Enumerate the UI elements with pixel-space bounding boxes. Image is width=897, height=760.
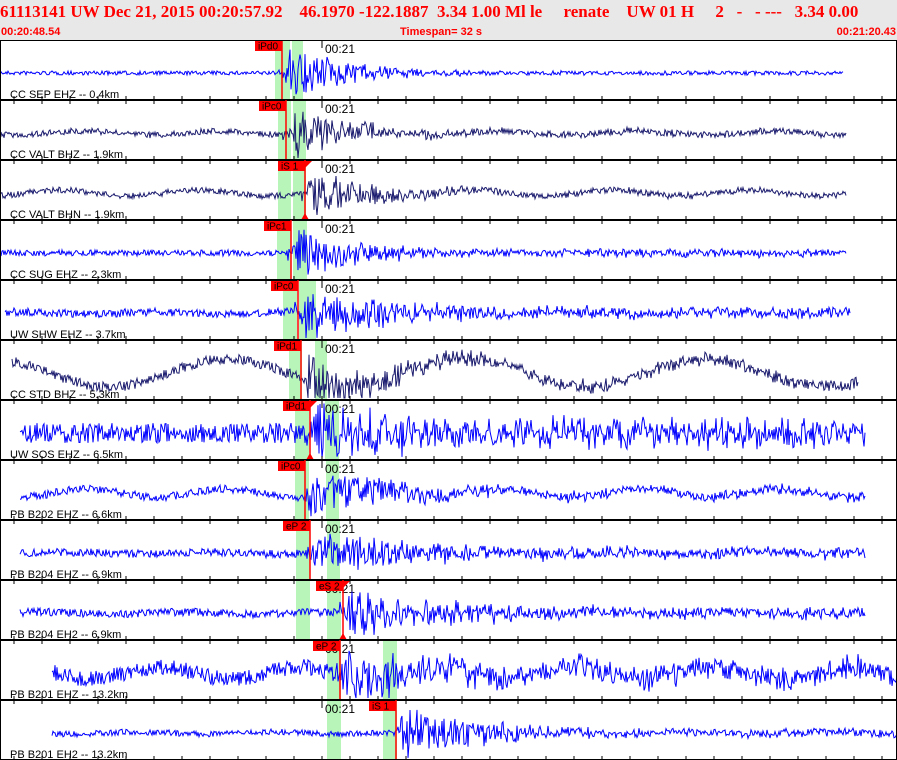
waveform-trace — [0, 229, 847, 275]
seismogram-panel[interactable]: 00:21eP 2PB B201 EHZ -- 13.2km — [0, 640, 897, 704]
minute-label: 00:21 — [325, 702, 355, 716]
minute-label: 00:21 — [325, 162, 355, 176]
pick-phase-label: iS 1 — [372, 702, 390, 713]
seismogram-panels[interactable]: 00:21iPd0CC SEP EHZ -- 0.4km00:21iPc0CC … — [0, 40, 897, 760]
seismogram-panel[interactable]: 00:21iPc1CC SUG EHZ -- 2.3km — [0, 220, 897, 284]
seismogram-panel[interactable]: 00:21 iS 1 PB B201 EH2 -- 13.2km — [0, 700, 897, 760]
waveform-trace — [0, 49, 844, 95]
waveform-trace — [0, 111, 847, 159]
channel-label: PB B201 EH2 -- 13.2km — [10, 749, 127, 760]
pick-arrow-icon — [310, 401, 317, 408]
pick-phase-label: iPd1 — [277, 342, 297, 353]
pick-phase-label: eP 2 — [286, 522, 307, 533]
pick-phase-label: iPd1 — [286, 402, 306, 413]
waveform-trace — [4, 294, 851, 339]
seismogram-panel[interactable]: 00:21iPc0CC VALT BHZ -- 1.9km — [0, 100, 897, 164]
pick-phase-label: iPc0 — [281, 462, 301, 473]
seismogram-panel[interactable]: 00:21iPd1CC STD BHZ -- 5.3km — [0, 340, 897, 404]
waveform-trace — [11, 349, 859, 399]
waveform-trace — [19, 475, 866, 517]
waveform-trace — [19, 591, 866, 635]
pick-phase-label: iS 1 — [281, 162, 299, 173]
pick-phase-label: eS 2 — [319, 582, 340, 593]
minute-label: 00:21 — [325, 462, 355, 476]
waveform-trace — [19, 403, 866, 459]
seismogram-panel[interactable]: 00:21iPc0PB B202 EHZ -- 6.6km — [0, 460, 897, 524]
seismogram-panel[interactable]: 00:21eP 2PB B204 EHZ -- 6.9km — [0, 520, 897, 584]
pick-phase-label: iPc1 — [267, 222, 287, 233]
seismogram-panel[interactable]: 00:21iPd0CC SEP EHZ -- 0.4km — [0, 40, 897, 104]
event-header: 61113141 UW Dec 21, 2015 00:20:57.92 46.… — [0, 0, 897, 40]
start-time: 00:20:48.54 — [1, 26, 61, 38]
seismogram-panel[interactable]: 00:21iPd1UW SOS EHZ -- 6.5km — [0, 400, 897, 464]
end-time: 00:21:20.43 — [836, 26, 896, 38]
waveform-trace — [51, 709, 897, 758]
pick-phase-label: iPc0 — [262, 102, 282, 113]
waveform-trace — [0, 175, 847, 216]
seismogram-panel[interactable]: 00:21iPc0UW SHW EHZ -- 3.7km — [0, 280, 897, 344]
pick-phase-label: iPc0 — [274, 282, 294, 293]
minute-label: 00:21 — [325, 222, 355, 236]
minute-label: 00:21 — [325, 282, 355, 296]
minute-label: 00:21 — [325, 102, 355, 116]
pick-phase-label: eP 2 — [316, 642, 337, 653]
pick-arrow-icon — [305, 161, 312, 168]
minute-label: 00:21 — [325, 402, 355, 416]
minute-label: 00:21 — [325, 342, 355, 356]
waveform-trace — [51, 650, 897, 699]
event-summary: 61113141 UW Dec 21, 2015 00:20:57.92 46.… — [0, 2, 859, 21]
minute-label: 00:21 — [325, 42, 355, 56]
seismogram-panel[interactable]: 00:21eS 2PB B204 EH2 -- 6.9km — [0, 580, 897, 644]
waveform-trace — [19, 533, 866, 570]
timespan: Timespan= 32 s — [400, 26, 483, 38]
seismogram-panel[interactable]: 00:21iS 1CC VALT BHN -- 1.9km — [0, 160, 897, 224]
pick-window — [383, 641, 397, 699]
pick-phase-label: iPd0 — [258, 42, 278, 53]
